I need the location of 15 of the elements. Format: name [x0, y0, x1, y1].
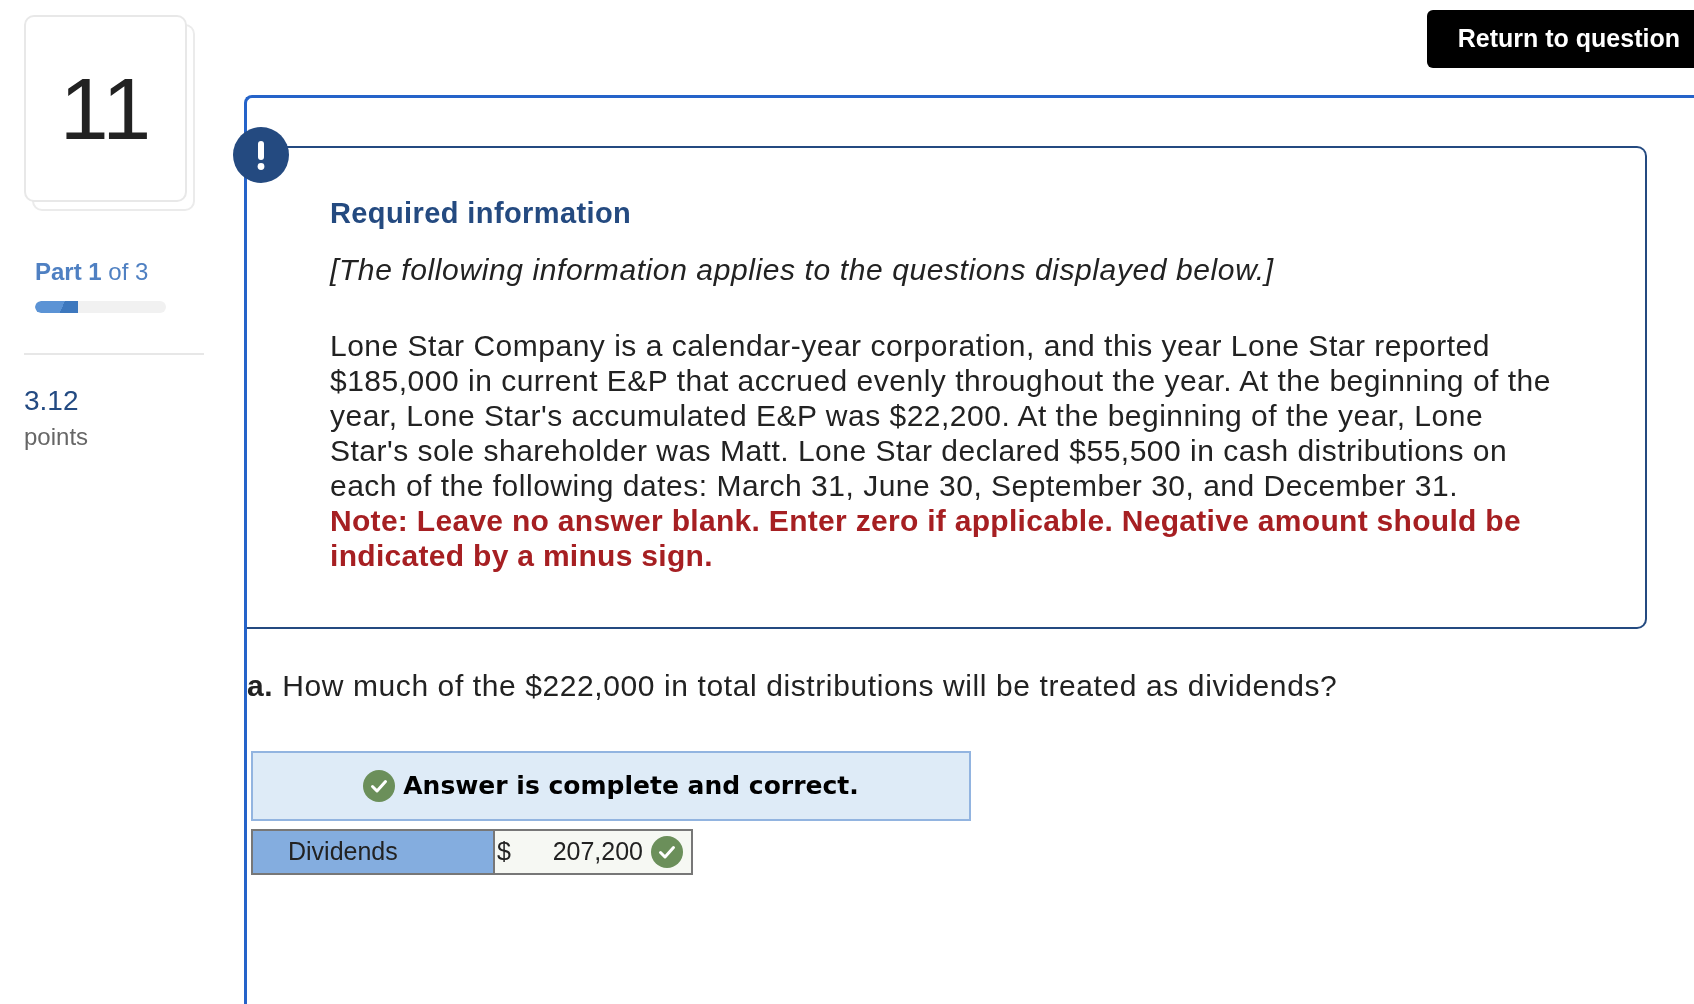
info-title: Required information: [330, 196, 633, 231]
result-message: Answer is complete and correct.: [403, 770, 859, 803]
question-number: 11: [59, 64, 152, 153]
info-text: Lone Star Company is a calendar-year corporation, and this year Lone Star reported $185,000 in current E&P that accrued evenly throughout the year. At the beginning of the year, Lone Star's accumulated E&P was $22,200. At the beginning of the year, Lone Star's sole shareholder was Matt. Lone Star declared $55,500 in cash distributions on each of the following dates: March 31, June 30, September 30, and December 31.: [330, 328, 1552, 503]
points-label: points: [24, 423, 90, 453]
answer-field[interactable]: $ 207,200: [493, 831, 691, 873]
row-label: Dividends: [253, 831, 493, 873]
answer-value: 207,200: [552, 836, 643, 868]
info-note: Note: Leave no answer blank. Enter zero if applicable. Negative amount should be indicated by a minus sign.: [330, 503, 1522, 573]
return-to-question-button[interactable]: Return to question: [1426, 10, 1694, 68]
part-label: Part 1 of 3: [35, 258, 150, 287]
info-intro: [The following information applies to the questions displayed below.]: [330, 252, 1275, 287]
question-text: a. How much of the $222,000 in total distributions will be treated as dividends?: [247, 668, 1339, 703]
points-value: 3.12: [24, 383, 80, 418]
currency-symbol: $: [497, 836, 511, 868]
